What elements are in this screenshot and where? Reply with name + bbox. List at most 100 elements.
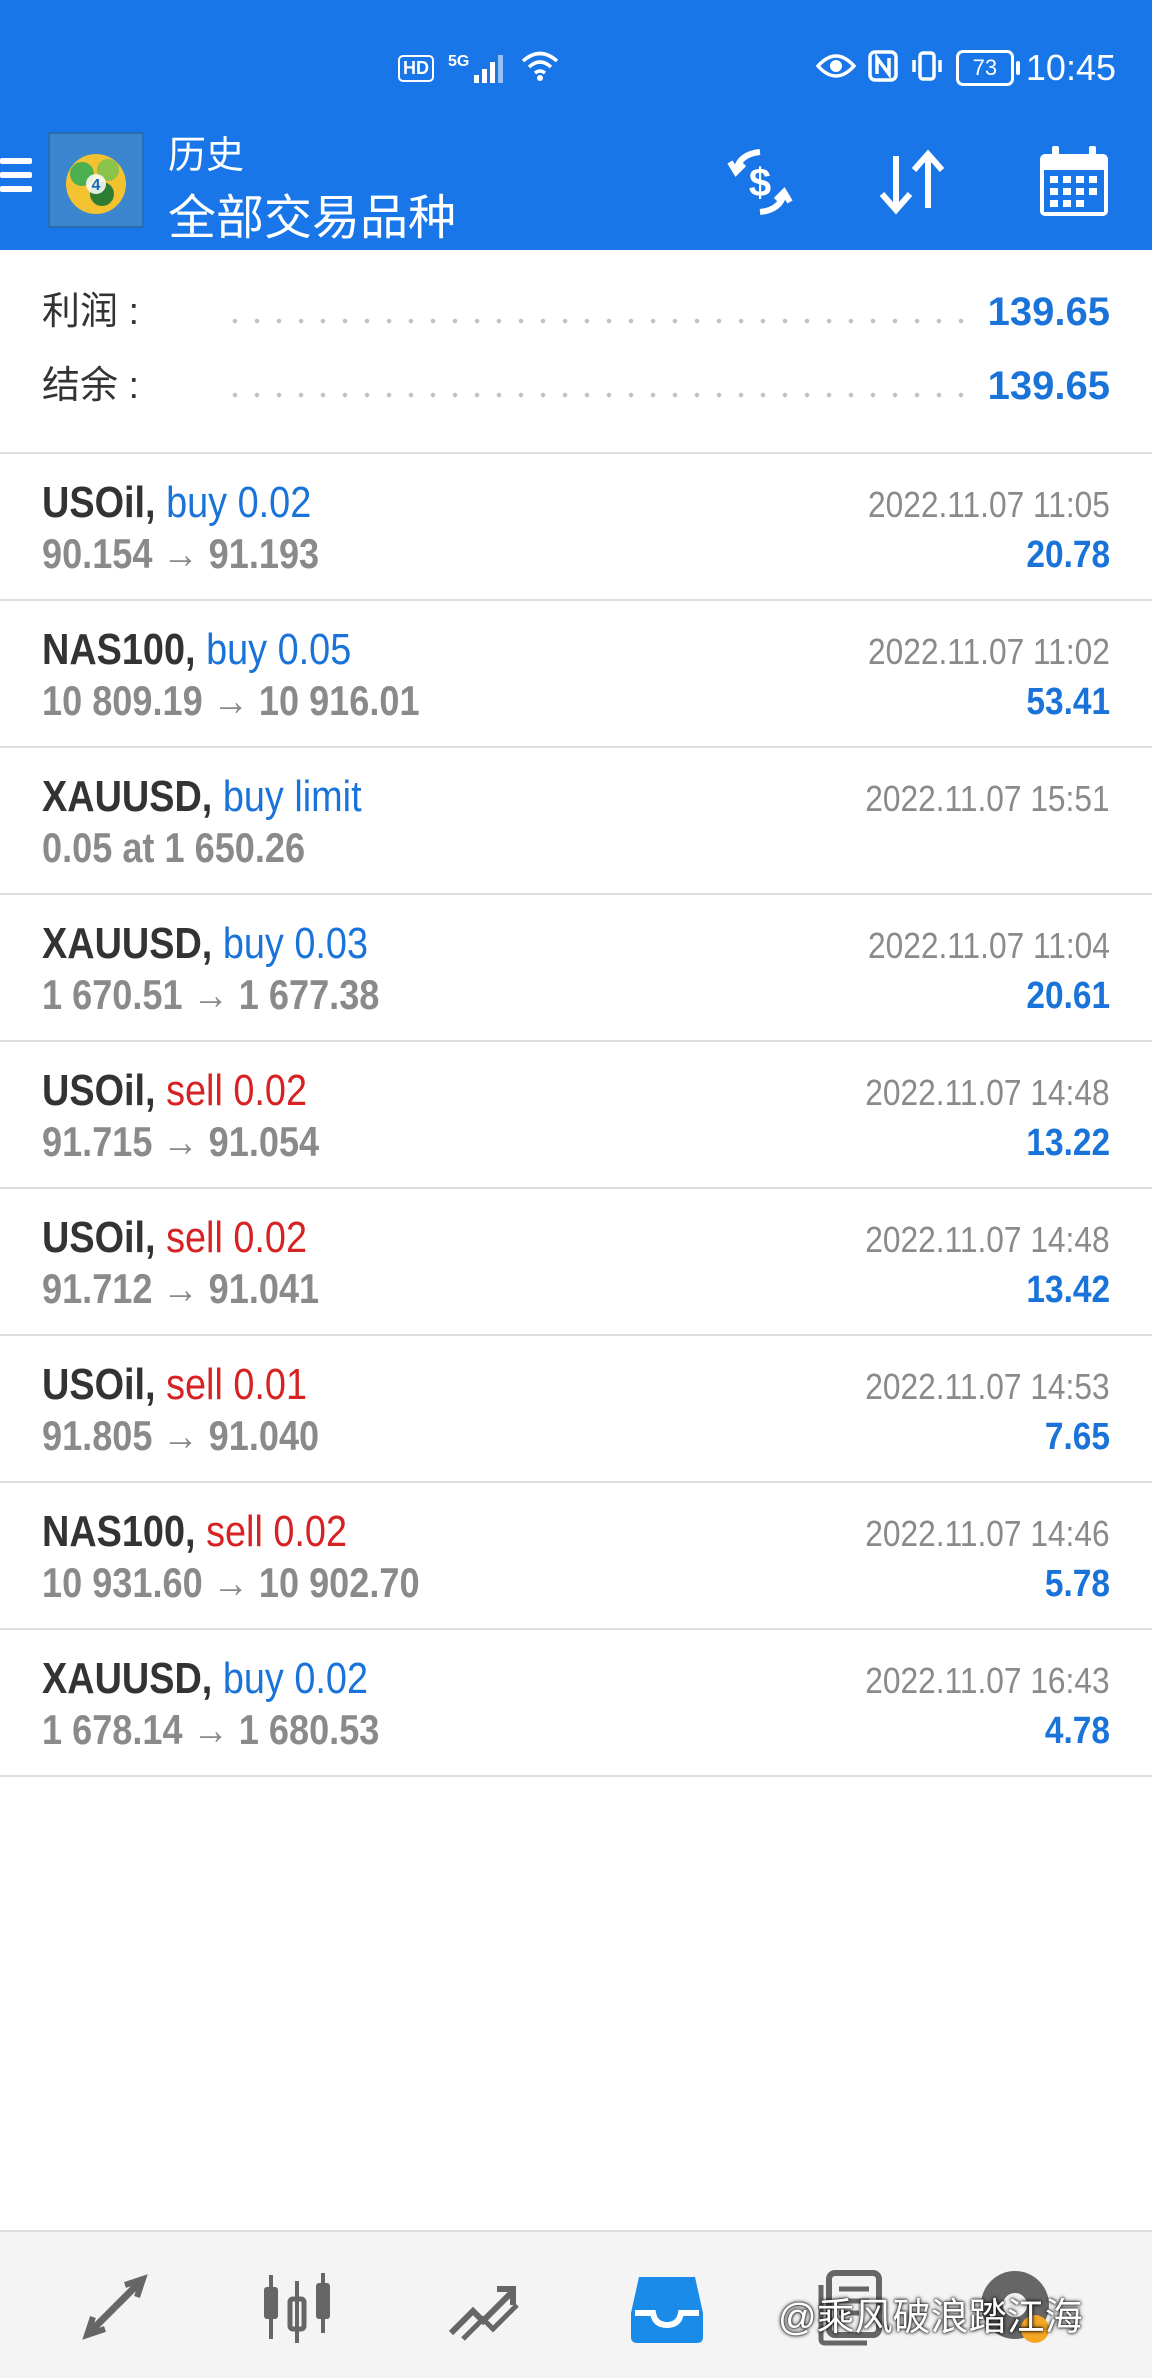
trade-time: 2022.11.07 15:51 [865, 778, 1110, 819]
trade-profit: 13.42 [1026, 1269, 1110, 1311]
trade-time: 2022.11.07 11:05 [868, 484, 1110, 525]
trade-profit: 20.78 [1026, 534, 1110, 576]
balance-label: 结余 : [42, 365, 140, 407]
trade-action: buy 0.02 [166, 478, 312, 527]
trade-prices: 1 670.51 → 1 677.38 [42, 971, 380, 1018]
trade-symbol: NAS100, [42, 625, 196, 674]
battery-level: 73 [972, 55, 998, 80]
hd-badge: HD [398, 54, 434, 82]
trade-row[interactable]: USOil, sell 0.02 91.712 → 91.041 2022.11… [0, 1189, 1152, 1336]
trade-symbol: NAS100, [42, 1507, 196, 1556]
trade-action: buy limit [222, 772, 362, 821]
trade-row[interactable]: USOil, buy 0.02 90.154 → 91.193 2022.11.… [0, 454, 1152, 601]
dot-leader [224, 392, 970, 398]
trade-time: 2022.11.07 14:48 [865, 1072, 1110, 1113]
sort-icon[interactable] [870, 140, 954, 224]
trade-title: NAS100, sell 0.02 [42, 1507, 347, 1557]
menu-button[interactable] [0, 158, 32, 200]
trade-profit: 53.41 [1026, 681, 1110, 723]
calendar-icon[interactable] [1032, 140, 1116, 224]
trade-profit: 5.78 [1044, 1563, 1110, 1605]
trade-time: 2022.11.07 14:48 [865, 1219, 1110, 1260]
trade-prices: 0.05 at 1 650.26 [42, 824, 306, 871]
app-header: HD 5G 73 10:45 4 历史 全部交易品种 $ [0, 0, 1152, 250]
trade-title: USOil, sell 0.01 [42, 1360, 307, 1410]
trade-profit: 20.61 [1026, 975, 1110, 1017]
trade-row[interactable]: USOil, sell 0.02 91.715 → 91.054 2022.11… [0, 1042, 1152, 1189]
balance-row: 结余 : 139.65 [42, 356, 1110, 416]
trade-profit: 13.22 [1026, 1122, 1110, 1164]
trade-symbol: USOil, [42, 478, 156, 527]
symbol-filter-title[interactable]: 全部交易品种 [168, 178, 456, 248]
profit-label: 利润 : [42, 291, 140, 333]
trade-prices: 90.154 → 91.193 [42, 530, 320, 577]
trade-action: sell 0.02 [166, 1213, 308, 1262]
status-left: HD 5G [398, 44, 560, 92]
trade-prices: 1 678.14 → 1 680.53 [42, 1706, 380, 1753]
status-bar: HD 5G 73 10:45 [0, 0, 1152, 130]
wifi-icon [520, 50, 560, 87]
eye-icon [815, 52, 857, 85]
trade-action: buy 0.03 [222, 919, 369, 968]
trade-prices: 91.715 → 91.054 [42, 1118, 320, 1165]
trade-row[interactable]: XAUUSD, buy 0.02 1 678.14 → 1 680.53 202… [0, 1630, 1152, 1777]
history-summary: 利润 : 139.65 结余 : 139.65 [0, 252, 1152, 454]
trade-prices: 10 931.60 → 10 902.70 [42, 1559, 420, 1606]
trade-time: 2022.11.07 14:53 [865, 1366, 1110, 1407]
currency-exchange-icon[interactable]: $ [718, 140, 802, 224]
quotes-icon[interactable] [70, 2262, 160, 2352]
trade-time: 2022.11.07 11:04 [868, 925, 1110, 966]
trade-title: USOil, sell 0.02 [42, 1066, 307, 1116]
trade-action: sell 0.01 [166, 1360, 308, 1409]
trade-action: buy 0.05 [206, 625, 352, 674]
network-label: 5G [448, 53, 470, 70]
status-right: 73 10:45 [815, 44, 1116, 92]
nfc-icon [868, 49, 898, 87]
svg-text:$: $ [749, 161, 771, 205]
trade-prices: 91.805 → 91.040 [42, 1412, 320, 1459]
trade-profit: 7.65 [1044, 1416, 1110, 1458]
trade-symbol: USOil, [42, 1066, 156, 1115]
trade-title: XAUUSD, buy limit [42, 772, 362, 822]
trade-symbol: USOil, [42, 1360, 156, 1409]
trade-action: buy 0.02 [222, 1654, 369, 1703]
trade-title: NAS100, buy 0.05 [42, 625, 351, 675]
trade-title: USOil, sell 0.02 [42, 1213, 307, 1263]
trade-row[interactable]: NAS100, sell 0.02 10 931.60 → 10 902.70 … [0, 1483, 1152, 1630]
history-icon[interactable] [622, 2262, 712, 2352]
trade-symbol: XAUUSD, [42, 1654, 213, 1703]
chart-icon[interactable] [252, 2262, 342, 2352]
watermark-text: @乘风破浪踏江海 [778, 2297, 1083, 2339]
trade-icon[interactable] [438, 2262, 528, 2352]
trade-time: 2022.11.07 16:43 [865, 1660, 1110, 1701]
trade-history-list: USOil, buy 0.02 90.154 → 91.193 2022.11.… [0, 454, 1152, 1777]
trade-prices: 10 809.19 → 10 916.01 [42, 677, 420, 724]
profit-row: 利润 : 139.65 [42, 282, 1110, 342]
svg-text:4: 4 [92, 177, 101, 194]
dot-leader [224, 318, 970, 324]
trade-title: USOil, buy 0.02 [42, 478, 311, 528]
trade-row[interactable]: USOil, sell 0.01 91.805 → 91.040 2022.11… [0, 1336, 1152, 1483]
profit-value: 139.65 [987, 290, 1110, 334]
trade-title: XAUUSD, buy 0.02 [42, 1654, 368, 1704]
trade-time: 2022.11.07 11:02 [868, 631, 1110, 672]
trade-symbol: XAUUSD, [42, 772, 213, 821]
trade-action: sell 0.02 [166, 1066, 308, 1115]
trade-profit: 4.78 [1044, 1710, 1110, 1752]
page-subtitle: 历史 [168, 135, 245, 177]
signal-icon: 5G [448, 53, 506, 83]
trade-title: XAUUSD, buy 0.03 [42, 919, 368, 969]
balance-value: 139.65 [987, 364, 1110, 408]
vibrate-icon [910, 50, 944, 87]
trade-prices: 91.712 → 91.041 [42, 1265, 320, 1312]
metatrader-logo-icon: 4 [48, 132, 144, 228]
status-time: 10:45 [1025, 47, 1116, 88]
trade-row[interactable]: XAUUSD, buy 0.03 1 670.51 → 1 677.38 202… [0, 895, 1152, 1042]
trade-action: sell 0.02 [206, 1507, 348, 1556]
trade-time: 2022.11.07 14:46 [865, 1513, 1110, 1554]
trade-symbol: USOil, [42, 1213, 156, 1262]
trade-row[interactable]: NAS100, buy 0.05 10 809.19 → 10 916.01 2… [0, 601, 1152, 748]
battery-icon: 73 [955, 50, 1020, 86]
trade-row[interactable]: XAUUSD, buy limit 0.05 at 1 650.26 2022.… [0, 748, 1152, 895]
trade-symbol: XAUUSD, [42, 919, 213, 968]
